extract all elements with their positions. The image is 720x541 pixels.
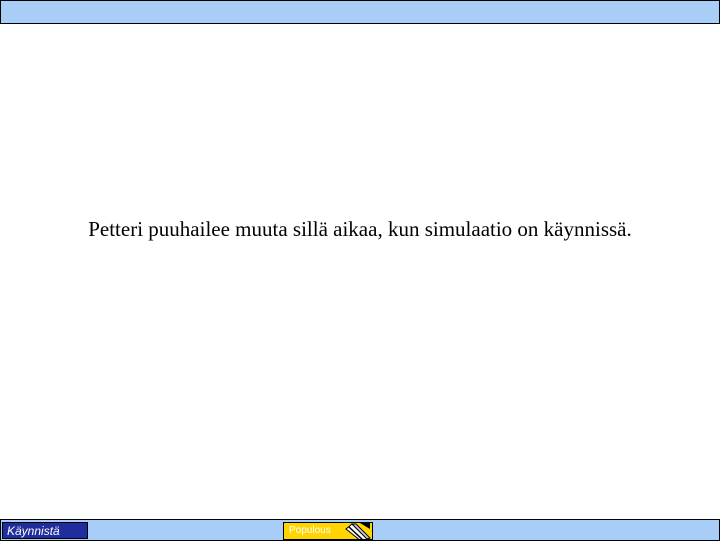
title-bar [0, 0, 720, 24]
start-button[interactable]: Käynnistä [2, 522, 88, 539]
taskbar-item-populous[interactable]: Populous [283, 522, 373, 540]
pencil-icon [345, 523, 371, 539]
slide-caption: Petteri puuhailee muuta sillä aikaa, kun… [88, 217, 632, 241]
taskbar-item-label: Populous [289, 525, 331, 536]
slide-area: Petteri puuhailee muuta sillä aikaa, kun… [0, 24, 720, 519]
taskbar: Käynnistä Populous [0, 519, 720, 541]
